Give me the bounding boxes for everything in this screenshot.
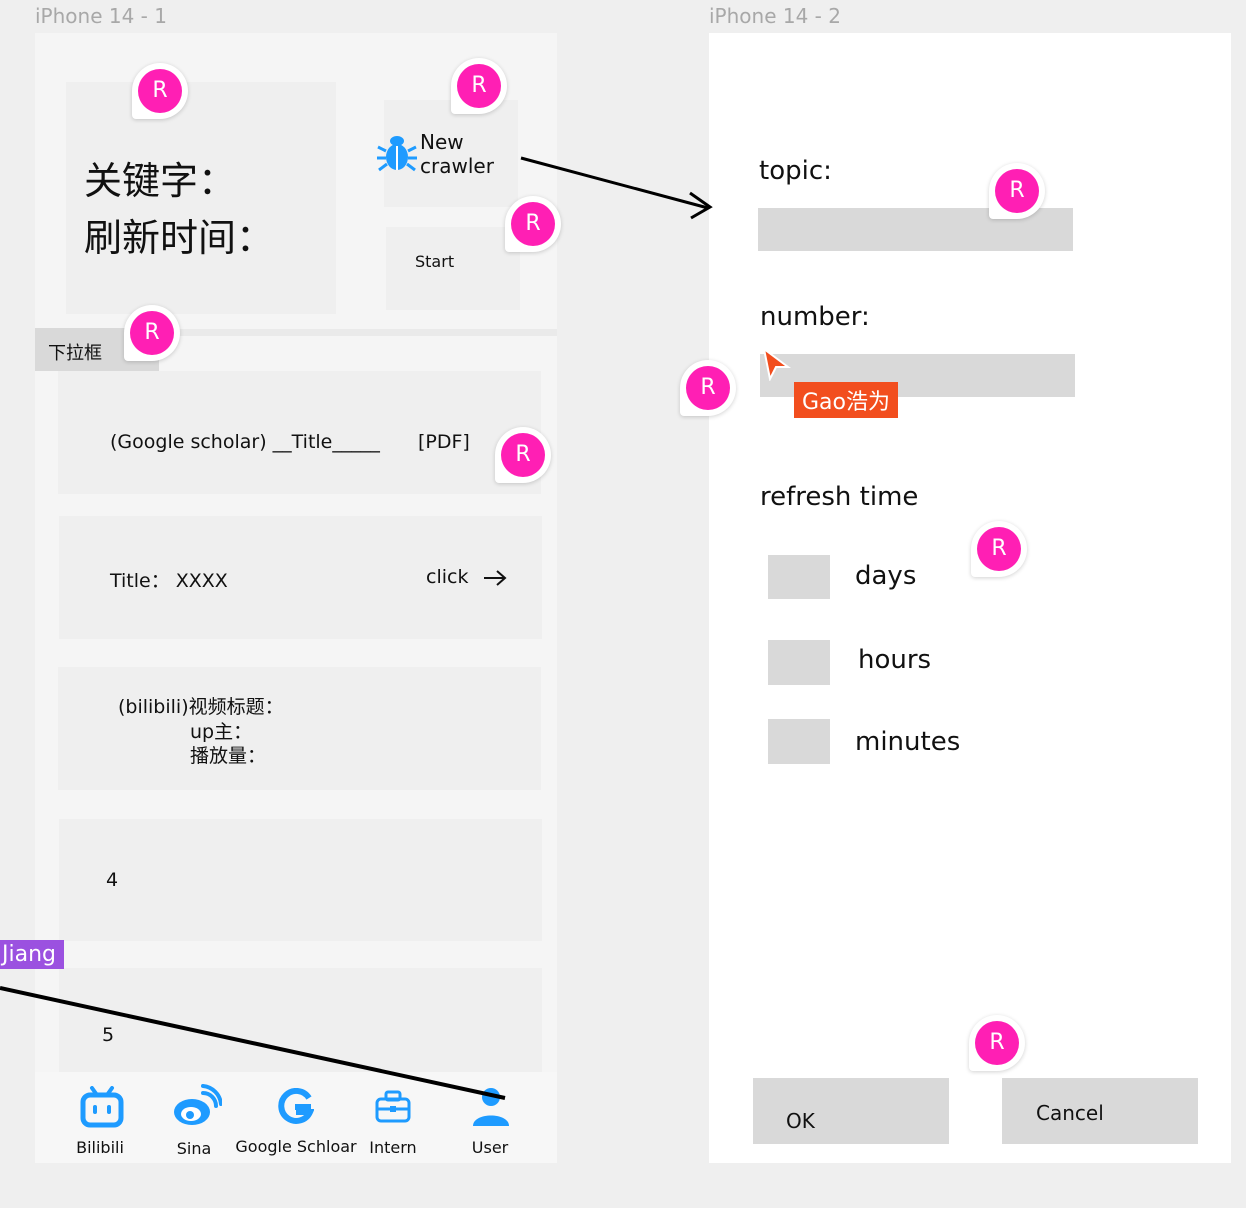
comment-pin[interactable]: R xyxy=(969,1015,1025,1071)
comment-avatar: R xyxy=(501,433,545,477)
comment-avatar: R xyxy=(977,527,1021,571)
cursor-label-jiang: Jiang xyxy=(0,940,64,969)
comment-avatar: R xyxy=(686,366,730,410)
cursor-arrow-icon xyxy=(762,347,791,381)
cursor-label-gao: Gao浩为 xyxy=(794,382,898,418)
comment-pin[interactable]: R xyxy=(505,196,561,252)
comment-avatar: R xyxy=(975,1021,1019,1065)
comment-avatar: R xyxy=(511,202,555,246)
comment-pin[interactable]: R xyxy=(451,58,507,114)
comment-avatar: R xyxy=(457,64,501,108)
comment-pin[interactable]: R xyxy=(132,63,188,119)
prototype-connectors xyxy=(0,156,713,1100)
comment-pin[interactable]: R xyxy=(971,521,1027,577)
comment-avatar: R xyxy=(995,169,1039,213)
comment-avatar: R xyxy=(130,311,174,355)
comment-pin[interactable]: R xyxy=(989,163,1045,219)
comment-avatar: R xyxy=(138,69,182,113)
comment-pin[interactable]: R xyxy=(495,427,551,483)
comment-pin[interactable]: R xyxy=(680,360,736,416)
comment-pin[interactable]: R xyxy=(124,305,180,361)
